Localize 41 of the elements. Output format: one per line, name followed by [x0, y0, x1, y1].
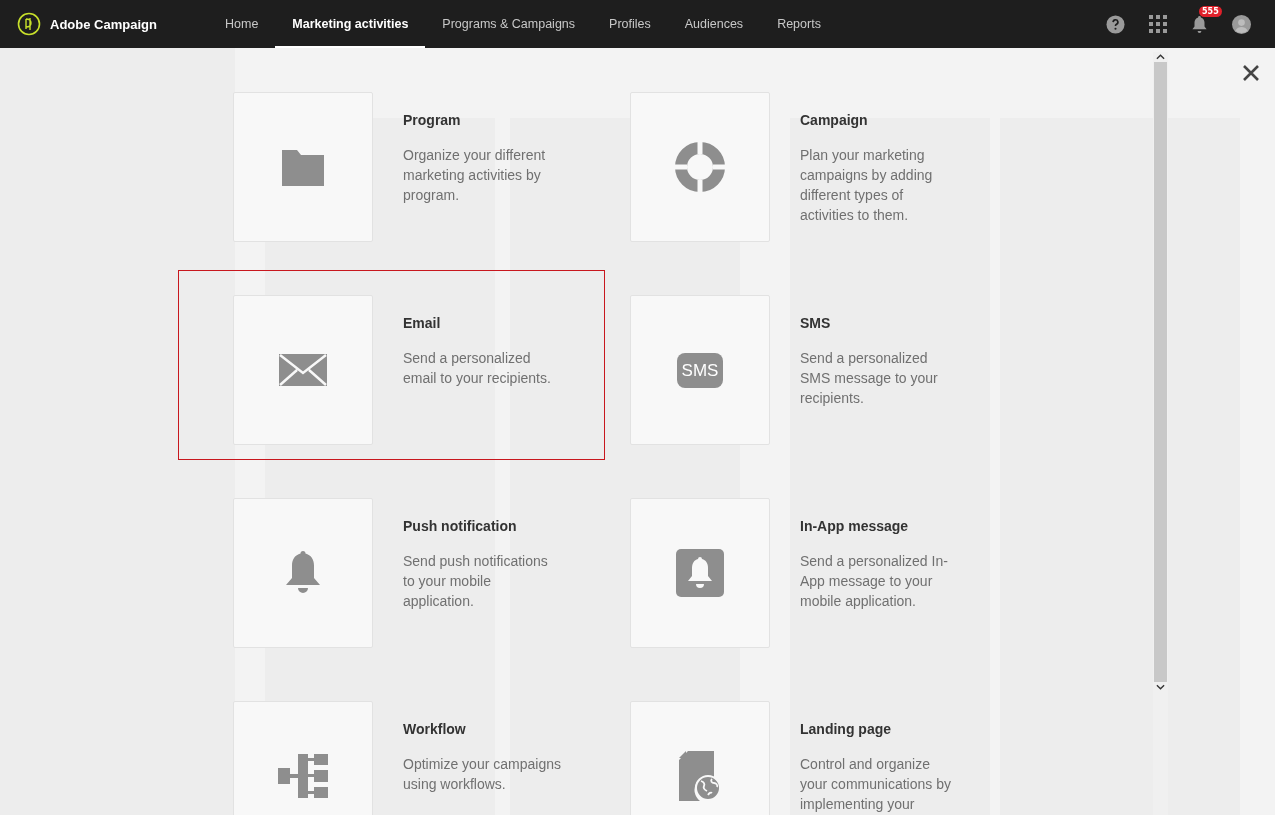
notification-count: 555	[1199, 5, 1222, 17]
activity-description: Organize your different marketing activities by program.	[403, 146, 547, 205]
activity-type-card[interactable]: Email Send a personalized email to your recipients.	[178, 270, 605, 460]
close-icon[interactable]	[1243, 65, 1259, 81]
activity-title: In-App message	[800, 518, 910, 534]
nav-tab[interactable]: Profiles	[592, 0, 668, 48]
activity-title: SMS	[800, 315, 832, 331]
activity-description: Control and organize your communications by implementing your	[800, 755, 952, 814]
nav-tab[interactable]: Programs & Campaigns	[425, 0, 593, 48]
activity-title: Program	[403, 112, 462, 128]
activity-title: Workflow	[403, 721, 467, 737]
nav-tab[interactable]: Audiences	[667, 0, 761, 48]
activity-title: Landing page	[800, 721, 892, 737]
activity-description: Send a personalized SMS message to your recipients.	[800, 349, 939, 408]
avatar-icon[interactable]	[1232, 14, 1251, 34]
scrollbar-thumb[interactable]	[1154, 62, 1167, 682]
app-grid-icon[interactable]	[1149, 15, 1167, 33]
lifebuoy-icon	[675, 142, 725, 192]
activity-description: Send a personalized In-App message to your mobile application.	[800, 552, 949, 611]
speech-bubble-icon: SMS	[676, 352, 724, 388]
product-name: Adobe Campaign	[50, 16, 157, 32]
activity-title: Campaign	[800, 112, 869, 128]
document-globe-icon	[679, 751, 721, 801]
workflow-icon	[278, 754, 328, 798]
help-icon[interactable]	[1106, 14, 1125, 34]
activity-title: Push notification	[403, 518, 518, 534]
activity-description: Send a personalized email to your recipients.	[403, 349, 552, 388]
scroll-down-icon[interactable]	[1156, 684, 1165, 690]
bell-icon	[284, 551, 322, 595]
activity-description: Plan your marketing campaigns by adding different types of activities to them.	[800, 146, 934, 225]
logo-icon	[17, 12, 41, 36]
nav-tab[interactable]: Reports	[760, 0, 838, 48]
activity-description: Send push notifications to your mobile application.	[403, 552, 549, 611]
bell-in-square-icon	[676, 549, 724, 597]
folder-icon	[282, 148, 324, 186]
scroll-up-icon[interactable]	[1156, 54, 1165, 60]
envelope-icon	[279, 354, 327, 386]
nav-tab[interactable]: Home	[208, 0, 276, 48]
activity-title: Email	[403, 315, 442, 331]
notification-bell-icon[interactable]	[1191, 14, 1208, 34]
activity-description: Optimize your campaigns using workflows.	[403, 755, 561, 794]
